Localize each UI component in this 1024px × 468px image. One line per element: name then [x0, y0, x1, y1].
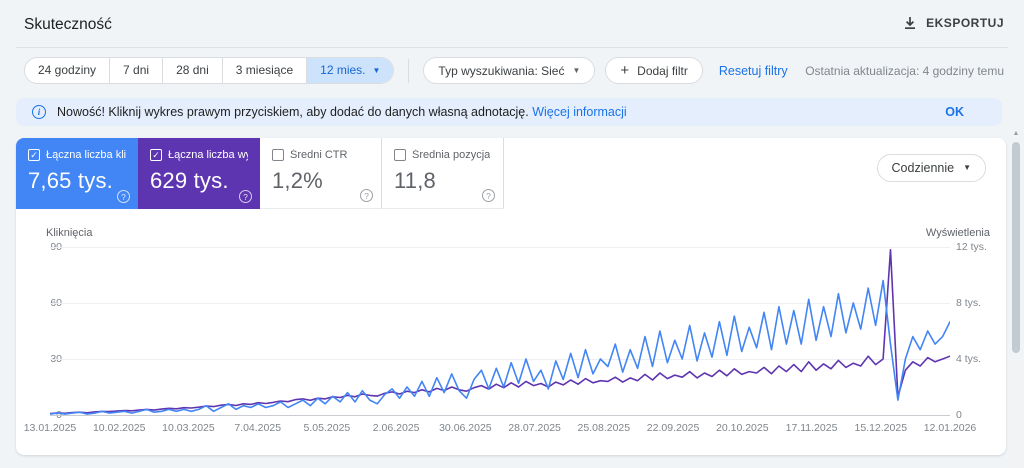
x-label: 12.01.2026 — [923, 422, 977, 434]
checkbox-icon[interactable] — [28, 149, 40, 161]
range-12m-label: 12 mies. — [320, 63, 366, 77]
metric-value: 11,8 — [394, 168, 436, 193]
metric-label: Średni CTR — [290, 149, 348, 161]
metric-card-position[interactable]: Średnia pozycja 11,8 ? — [382, 138, 504, 209]
banner-more-info-link[interactable]: Więcej informacji — [532, 105, 626, 119]
plus-icon: + — [620, 62, 630, 79]
x-label: 30.06.2025 — [439, 422, 492, 434]
granularity-label: Codziennie — [891, 161, 955, 175]
export-label: EKSPORTUJ — [926, 16, 1004, 30]
left-axis-title: Kliknięcia — [46, 227, 93, 239]
x-label: 5.05.2025 — [303, 422, 351, 434]
x-axis-labels: 13.01.2025 10.02.2025 10.03.2025 7.04.20… — [24, 422, 977, 436]
search-type-label: Typ wyszukiwania: Sieć — [438, 63, 565, 78]
right-tick: 8 tys. — [956, 297, 982, 309]
x-label: 22.09.2025 — [646, 422, 700, 434]
range-24h-button[interactable]: 24 godziny — [25, 58, 109, 83]
chevron-down-icon: ▼ — [572, 65, 581, 75]
metric-cards-row: Łączna liczba klik... 7,65 tys. ? Łączna… — [16, 138, 1006, 209]
checkbox-icon[interactable] — [272, 149, 284, 161]
checkbox-icon[interactable] — [394, 149, 406, 161]
banner-ok-button[interactable]: OK — [945, 105, 964, 119]
chart-plot-area[interactable] — [50, 247, 950, 416]
right-tick: 0 — [956, 409, 962, 421]
add-filter-label: Dodaj filtr — [637, 63, 688, 78]
search-type-filter[interactable]: Typ wyszukiwania: Sieć ▼ — [423, 57, 596, 84]
metric-value: 629 tys. — [150, 168, 229, 193]
metric-label: Łączna liczba wy... — [168, 149, 248, 161]
info-icon: i — [32, 105, 46, 119]
export-button[interactable]: EKSPORTUJ — [903, 16, 1004, 30]
metric-value: 1,2% — [272, 168, 323, 193]
header-divider — [16, 47, 1008, 48]
date-range-group: 24 godziny 7 dni 28 dni 3 miesiące 12 mi… — [24, 57, 395, 84]
help-icon[interactable]: ? — [482, 189, 495, 202]
metric-card-ctr[interactable]: Średni CTR 1,2% ? — [260, 138, 382, 209]
x-axis-line — [50, 415, 950, 416]
x-label: 13.01.2025 — [23, 422, 77, 434]
toolbar: 24 godziny 7 dni 28 dni 3 miesiące 12 mi… — [24, 57, 788, 84]
range-12m-button[interactable]: 12 mies. ▼ — [306, 58, 394, 83]
metric-card-clicks[interactable]: Łączna liczba klik... 7,65 tys. ? — [16, 138, 138, 209]
page-title: Skuteczność — [24, 16, 112, 33]
download-icon — [903, 16, 917, 30]
range-7d-button[interactable]: 7 dni — [109, 58, 162, 83]
metric-label: Łączna liczba klik... — [46, 149, 126, 161]
granularity-button[interactable]: Codziennie ▼ — [876, 154, 986, 182]
help-icon[interactable]: ? — [360, 189, 373, 202]
last-update-text: Ostatnia aktualizacja: 4 godziny temu — [805, 64, 1004, 78]
annotation-banner: i Nowość! Kliknij wykres prawym przycisk… — [16, 98, 1002, 126]
chevron-down-icon: ▼ — [963, 163, 971, 172]
scrollbar-thumb[interactable] — [1012, 142, 1020, 353]
range-3m-button[interactable]: 3 miesiące — [221, 58, 306, 83]
metric-value: 7,65 tys. — [28, 168, 113, 193]
clicks-line — [50, 279, 950, 415]
page-root: { "header": { "title": "Skuteczność", "e… — [0, 0, 1024, 468]
x-label: 20.10.2025 — [716, 422, 769, 434]
x-label: 10.03.2025 — [162, 422, 215, 434]
toolbar-divider — [408, 58, 410, 83]
x-label: 25.08.2025 — [577, 422, 631, 434]
x-label: 17.11.2025 — [785, 422, 838, 434]
scrollbar-up-arrow[interactable]: ▲ — [1010, 130, 1022, 137]
metric-label: Średnia pozycja — [412, 149, 491, 161]
right-tick: 12 tys. — [956, 241, 987, 253]
chart-svg — [50, 248, 950, 415]
help-icon[interactable]: ? — [239, 190, 252, 203]
chevron-down-icon: ▼ — [372, 65, 381, 75]
range-28d-button[interactable]: 28 dni — [162, 58, 222, 83]
right-tick: 4 tys. — [956, 353, 982, 365]
add-filter-button[interactable]: + Dodaj filtr — [605, 57, 703, 84]
help-icon[interactable]: ? — [117, 190, 130, 203]
reset-filters-link[interactable]: Resetuj filtry — [719, 64, 788, 78]
x-label: 28.07.2025 — [508, 422, 561, 434]
x-label: 7.04.2025 — [234, 422, 282, 434]
x-label: 15.12.2025 — [854, 422, 908, 434]
banner-text: Nowość! Kliknij wykres prawym przyciskie… — [57, 105, 627, 119]
x-label: 10.02.2025 — [92, 422, 146, 434]
metric-card-impressions[interactable]: Łączna liczba wy... 629 tys. ? — [138, 138, 260, 209]
right-axis-title: Wyświetlenia — [925, 227, 990, 239]
x-label: 2.06.2025 — [372, 422, 420, 434]
checkbox-icon[interactable] — [150, 149, 162, 161]
performance-panel: Łączna liczba klik... 7,65 tys. ? Łączna… — [16, 138, 1006, 455]
